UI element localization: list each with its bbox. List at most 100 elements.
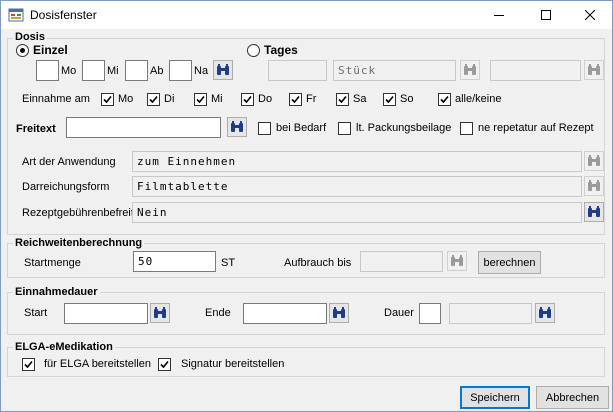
bei-bedarf-label: bei Bedarf — [276, 122, 327, 134]
day-mi-label: Mi — [211, 93, 223, 105]
berechnen-button[interactable]: berechnen — [478, 251, 541, 274]
day-di-checkbox[interactable] — [147, 93, 160, 106]
day-so-checkbox[interactable] — [383, 93, 396, 106]
tages-unit-picker-button[interactable] — [460, 60, 480, 80]
day-sa-label: Sa — [353, 93, 367, 105]
close-button[interactable] — [567, 1, 613, 29]
ne-repetatur-checkbox[interactable] — [460, 122, 473, 135]
dauer-amount-input[interactable] — [419, 303, 441, 324]
elga-bereitstellen-label: für ELGA bereitstellen — [44, 358, 152, 370]
day-do-label: Do — [258, 93, 273, 105]
startmenge-input[interactable]: 50 — [133, 251, 216, 272]
checkmark-icon — [440, 95, 449, 104]
binoculars-icon — [217, 64, 229, 75]
tages-extra-picker-button[interactable] — [584, 60, 604, 80]
dialog-body: Dosis Einzel Tages Mo Mi Ab Na Stück Ein… — [1, 29, 612, 411]
binoculars-icon — [333, 307, 345, 318]
start-picker-button[interactable] — [150, 303, 170, 323]
dose-picker-button[interactable] — [213, 60, 233, 80]
close-icon — [585, 10, 595, 20]
signatur-label: Signatur bereitstellen — [181, 358, 285, 370]
dose-mi-input[interactable] — [82, 60, 105, 81]
einnahme-label: Einnahme am — [22, 93, 90, 105]
dosis-legend: Dosis — [13, 31, 47, 43]
aufbrauch-picker-button[interactable] — [447, 251, 467, 271]
minimize-button[interactable] — [476, 1, 522, 29]
day-mo-label: Mo — [118, 93, 134, 105]
anwendung-input[interactable]: zum Einnehmen — [132, 151, 582, 172]
checkmark-icon — [243, 95, 252, 104]
checkmark-icon — [160, 360, 169, 369]
dauer-label: Dauer — [384, 307, 414, 319]
window-title: Dosisfenster — [30, 8, 97, 22]
darreichung-input[interactable]: Filmtablette — [132, 176, 582, 197]
anwendung-picker-button[interactable] — [584, 151, 604, 171]
rezept-input[interactable]: Nein — [132, 202, 582, 223]
anwendung-label: Art der Anwendung — [22, 156, 116, 168]
einzel-label: Einzel — [33, 43, 68, 57]
packungsbeilage-checkbox[interactable] — [338, 122, 351, 135]
aufbrauch-input[interactable] — [360, 251, 443, 272]
dose-mo-input[interactable] — [36, 60, 59, 81]
dose-na-label: Na — [194, 65, 209, 77]
freitext-input[interactable] — [66, 117, 221, 138]
maximize-icon — [541, 10, 551, 20]
dosis-window: Dosisfenster Dosis Einzel Tages Mo Mi Ab… — [0, 0, 613, 412]
checkmark-icon — [24, 360, 33, 369]
ne-repetatur-label: ne repetatur auf Rezept — [478, 122, 594, 134]
rezept-picker-button[interactable] — [584, 202, 604, 222]
day-mi-checkbox[interactable] — [194, 93, 207, 106]
tages-radio[interactable] — [247, 44, 260, 57]
day-fr-checkbox[interactable] — [289, 93, 302, 106]
dose-ab-label: Ab — [150, 65, 164, 77]
startmenge-label: Startmenge — [24, 257, 81, 269]
einzel-radio[interactable] — [16, 44, 29, 57]
elga-bereitstellen-checkbox[interactable] — [22, 358, 35, 371]
ende-input[interactable] — [243, 303, 327, 324]
dose-na-input[interactable] — [169, 60, 192, 81]
checkmark-icon — [103, 95, 112, 104]
dose-ab-input[interactable] — [125, 60, 148, 81]
ende-label: Ende — [205, 307, 231, 319]
checkmark-icon — [338, 95, 347, 104]
elga-legend: ELGA-eMedikation — [13, 341, 115, 353]
tages-amount-input[interactable] — [268, 60, 327, 81]
binoculars-icon — [451, 255, 463, 266]
bei-bedarf-checkbox[interactable] — [258, 122, 271, 135]
einnahmedauer-legend: Einnahmedauer — [13, 286, 100, 298]
dose-mi-label: Mi — [107, 65, 119, 77]
tages-label: Tages — [264, 43, 298, 57]
start-input[interactable] — [64, 303, 148, 324]
binoculars-icon — [154, 307, 166, 318]
minimize-icon — [494, 15, 504, 16]
dauer-unit-input[interactable] — [449, 303, 532, 324]
binoculars-icon — [464, 64, 476, 75]
binoculars-icon — [588, 180, 600, 191]
dauer-picker-button[interactable] — [535, 303, 555, 323]
maximize-button[interactable] — [523, 1, 569, 29]
start-label: Start — [24, 307, 48, 319]
checkmark-icon — [291, 95, 300, 104]
binoculars-icon — [539, 307, 551, 318]
freitext-picker-button[interactable] — [227, 117, 247, 137]
day-di-label: Di — [164, 93, 175, 105]
save-button[interactable]: Speichern — [460, 386, 530, 409]
tages-unit-input[interactable]: Stück — [333, 60, 456, 81]
signatur-checkbox[interactable] — [158, 358, 171, 371]
title-bar[interactable]: Dosisfenster — [1, 1, 612, 29]
tages-extra-input[interactable] — [490, 60, 581, 81]
checkmark-icon — [385, 95, 394, 104]
day-do-checkbox[interactable] — [241, 93, 254, 106]
day-sa-checkbox[interactable] — [336, 93, 349, 106]
binoculars-icon — [588, 206, 600, 217]
reichweite-legend: Reichweitenberechnung — [13, 237, 145, 249]
cancel-button[interactable]: Abbrechen — [536, 386, 609, 409]
all-none-checkbox[interactable] — [438, 93, 451, 106]
day-mo-checkbox[interactable] — [101, 93, 114, 106]
darreichung-picker-button[interactable] — [584, 176, 604, 196]
freitext-label: Freitext — [16, 123, 56, 135]
startmenge-unit: ST — [221, 257, 236, 269]
aufbrauch-label: Aufbrauch bis — [284, 257, 352, 269]
ende-picker-button[interactable] — [329, 303, 349, 323]
binoculars-icon — [588, 155, 600, 166]
